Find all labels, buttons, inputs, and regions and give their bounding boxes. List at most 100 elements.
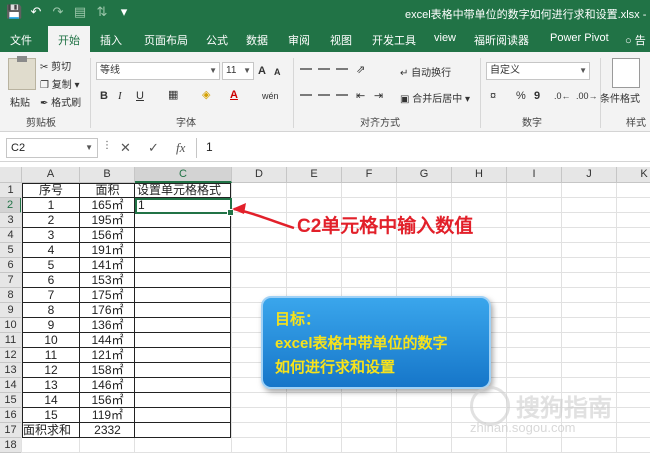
tab-developer[interactable]: 开发工具 [372,32,416,48]
column-header-a[interactable]: A [22,167,80,183]
shrink-font-button[interactable]: A [274,64,281,80]
row-header-17[interactable]: 17 [0,423,22,438]
increase-decimal-icon[interactable]: .0← [554,88,571,104]
increase-indent-icon[interactable]: ⇥ [374,88,383,104]
borders-icon[interactable]: ▦ [168,87,178,103]
table-cell-area[interactable]: 136㎡ [80,318,135,333]
row-header-8[interactable]: 8 [0,288,22,303]
tab-foxit-reader[interactable]: 福昕阅读器 [474,32,529,48]
table-cell-area[interactable]: 158㎡ [80,363,135,378]
row-header-15[interactable]: 15 [0,393,22,408]
column-header-d[interactable]: D [232,167,287,183]
conditional-formatting-icon[interactable] [612,58,640,88]
column-header-b[interactable]: B [80,167,135,183]
formula-input[interactable]: 1 [206,140,213,154]
print-preview-icon[interactable]: ▤ [72,4,88,20]
column-header-i[interactable]: I [507,167,562,183]
paste-icon[interactable] [8,56,36,90]
tab-view-addin[interactable]: view [434,32,456,44]
table-cell-area[interactable]: 121㎡ [80,348,135,363]
table-cell-area[interactable]: 175㎡ [80,288,135,303]
table-cell-area[interactable]: 156㎡ [80,393,135,408]
align-left-icon[interactable] [300,94,312,96]
row-header-16[interactable]: 16 [0,408,22,423]
tab-power-pivot[interactable]: Power Pivot [550,32,609,44]
column-header-j[interactable]: J [562,167,617,183]
tab-tell-me[interactable]: ○ 告 [625,32,646,48]
table-cell-area[interactable]: 153㎡ [80,273,135,288]
phonetic-guide-button[interactable]: wén [262,88,279,104]
column-header-g[interactable]: G [397,167,452,183]
number-format-dropdown[interactable]: 自定义 ▼ [486,62,590,80]
table-cell-area[interactable]: 165㎡ [80,198,135,213]
row-header-3[interactable]: 3 [0,213,22,228]
align-middle-icon[interactable] [318,68,330,70]
table-cell-index[interactable]: 14 [22,393,80,408]
tab-view[interactable]: 视图 [330,32,352,48]
table-cell-index[interactable]: 7 [22,288,80,303]
table-cell-index[interactable]: 2 [22,213,80,228]
fill-color-icon[interactable]: ◈ [202,87,210,103]
cancel-icon[interactable]: ✕ [120,140,131,156]
font-name-dropdown[interactable]: 等线 ▼ [96,62,220,80]
font-color-button[interactable]: A [230,87,238,103]
tab-formulas[interactable]: 公式 [206,32,228,48]
customize-qat-icon[interactable]: ▾ [116,4,132,20]
currency-icon[interactable]: ¤ [490,88,496,104]
align-bottom-icon[interactable] [336,68,348,70]
table-cell-area[interactable]: 195㎡ [80,213,135,228]
table-cell-index[interactable]: 9 [22,318,80,333]
tab-home[interactable]: 开始 [48,26,90,52]
row-header-12[interactable]: 12 [0,348,22,363]
underline-button[interactable]: U [136,88,144,104]
select-all-corner[interactable] [0,167,22,183]
tab-insert[interactable]: 插入 [100,32,122,48]
header-cell-format[interactable]: 设置单元格格式 [137,183,221,198]
row-header-5[interactable]: 5 [0,243,22,258]
align-right-icon[interactable] [336,94,348,96]
grow-font-button[interactable]: A [258,63,266,79]
redo-icon[interactable]: ↷ [50,4,66,20]
table-cell-area[interactable]: 146㎡ [80,378,135,393]
copy-button[interactable]: ❐ 复制 ▾ [40,76,80,91]
header-cell-area[interactable]: 面积 [80,183,135,198]
enter-icon[interactable]: ✓ [148,140,159,156]
table-cell-area[interactable]: 191㎡ [80,243,135,258]
bold-button[interactable]: B [100,88,108,104]
tab-file[interactable]: 文件 [10,32,32,48]
comma-style-button[interactable]: 9 [534,88,540,104]
insert-function-icon[interactable]: fx [176,140,185,156]
percent-button[interactable]: % [516,88,526,104]
column-header-c[interactable]: C [135,167,232,183]
table-cell-index[interactable]: 10 [22,333,80,348]
total-value-cell[interactable]: 2332 [80,423,135,438]
table-cell-index[interactable]: 1 [22,198,80,213]
tab-page-layout[interactable]: 页面布局 [144,32,188,48]
table-cell-index[interactable]: 15 [22,408,80,423]
orientation-icon[interactable]: ⇗ [356,62,365,78]
table-cell-area[interactable]: 141㎡ [80,258,135,273]
row-header-1[interactable]: 1 [0,183,22,198]
table-cell-index[interactable]: 5 [22,258,80,273]
cut-button[interactable]: ✂ 剪切 [40,58,71,73]
column-header-h[interactable]: H [452,167,507,183]
font-size-dropdown[interactable]: 11 ▼ [222,62,254,80]
undo-icon[interactable]: ↶ [28,4,44,20]
table-cell-index[interactable]: 11 [22,348,80,363]
table-cell-area[interactable]: 119㎡ [80,408,135,423]
conditional-formatting-button[interactable]: 条件格式 [600,90,640,105]
table-cell-area[interactable]: 156㎡ [80,228,135,243]
name-box[interactable]: C2 ▼ [6,138,98,158]
row-header-7[interactable]: 7 [0,273,22,288]
paste-button[interactable]: 粘贴 [10,94,30,109]
column-header-f[interactable]: F [342,167,397,183]
tab-review[interactable]: 审阅 [288,32,310,48]
decrease-indent-icon[interactable]: ⇤ [356,88,365,104]
row-header-14[interactable]: 14 [0,378,22,393]
row-header-9[interactable]: 9 [0,303,22,318]
row-header-10[interactable]: 10 [0,318,22,333]
selected-cell-c2[interactable] [135,198,234,216]
italic-button[interactable]: I [118,88,122,104]
row-header-11[interactable]: 11 [0,333,22,348]
decrease-decimal-icon[interactable]: .00→ [576,88,598,104]
